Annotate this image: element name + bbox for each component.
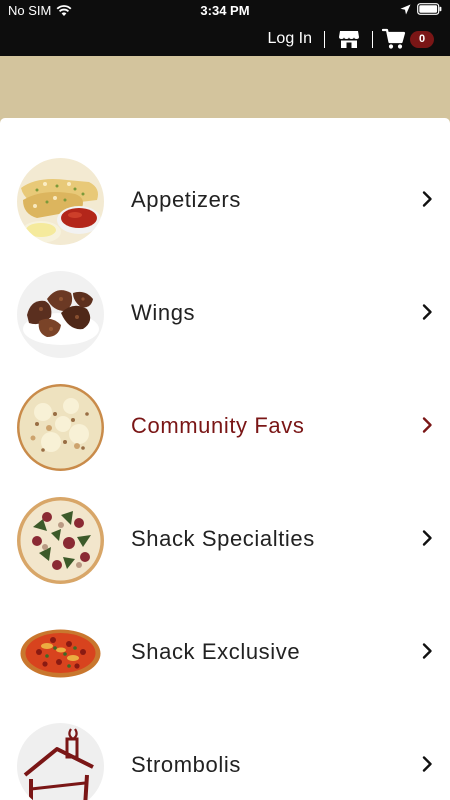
- chevron-right-icon: [422, 643, 432, 659]
- status-right: [400, 3, 442, 15]
- top-nav-bar: Log In 0: [0, 22, 450, 56]
- menu-item-label: Shack Specialties: [131, 526, 315, 551]
- cart-icon[interactable]: [382, 28, 406, 50]
- menu-item-shack-specialties[interactable]: Shack Specialties: [0, 482, 450, 595]
- header-banner: [0, 56, 450, 126]
- menu-item-label: Shack Exclusive: [131, 639, 301, 664]
- menu-item-community-favs[interactable]: Community Favs: [0, 369, 450, 482]
- community-favs-thumbnail: [17, 384, 104, 471]
- chevron-right-icon: [422, 191, 432, 207]
- shack-exclusive-thumbnail: [17, 610, 104, 697]
- cart-count-badge: 0: [410, 31, 434, 48]
- nav-divider: [372, 31, 373, 48]
- nav-divider: [324, 31, 325, 48]
- menu-item-label: Strombolis: [131, 752, 241, 777]
- store-icon[interactable]: [338, 28, 360, 50]
- appetizers-thumbnail: [17, 158, 104, 245]
- menu-item-strombolis[interactable]: Strombolis: [0, 708, 450, 800]
- menu-item-shack-exclusive[interactable]: Shack Exclusive: [0, 595, 450, 708]
- app-screen: No SIM 3:34 PM Log In 0 Appetizers Wings…: [0, 0, 450, 800]
- menu-item-label: Appetizers: [131, 187, 241, 212]
- chevron-right-icon: [422, 756, 432, 772]
- menu-item-wings[interactable]: Wings: [0, 256, 450, 369]
- chevron-right-icon: [422, 530, 432, 546]
- battery-icon: [417, 3, 442, 15]
- login-link[interactable]: Log In: [268, 30, 312, 48]
- category-list: Appetizers Wings Community Favs Shack Sp…: [0, 118, 450, 800]
- menu-item-label: Community Favs: [131, 413, 305, 438]
- shack-specialties-thumbnail: [17, 497, 104, 584]
- chevron-right-icon: [422, 304, 432, 320]
- status-time: 3:34 PM: [200, 3, 250, 18]
- menu-item-label: Wings: [131, 300, 196, 325]
- chevron-right-icon: [422, 417, 432, 433]
- location-arrow-icon: [400, 4, 411, 14]
- shack-logo-thumbnail: [17, 723, 104, 800]
- menu-item-appetizers[interactable]: Appetizers: [0, 143, 450, 256]
- status-bar: No SIM 3:34 PM: [0, 0, 450, 22]
- wings-thumbnail: [17, 271, 104, 358]
